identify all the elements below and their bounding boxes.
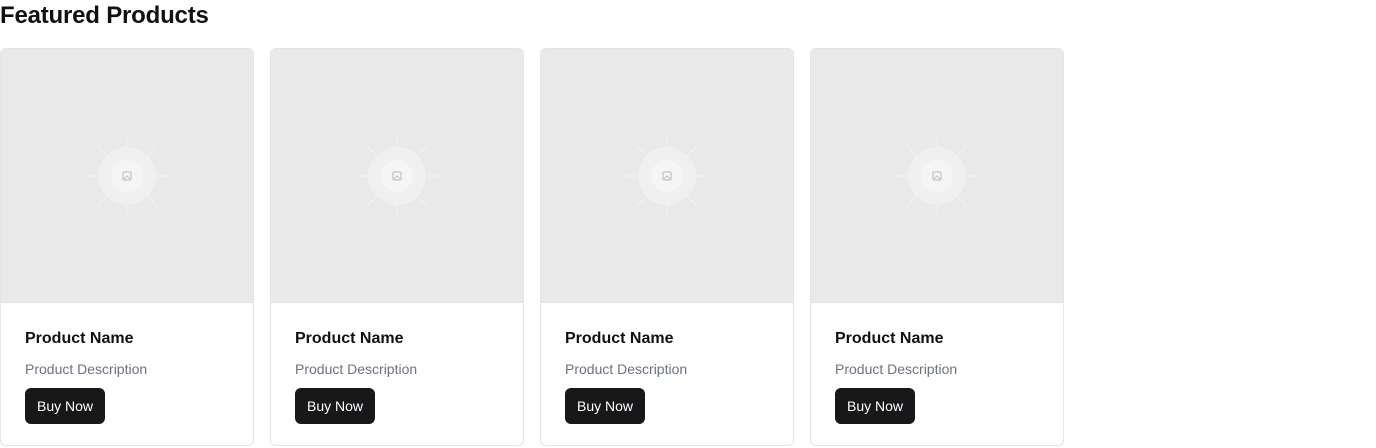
product-name: Product Name xyxy=(25,330,134,347)
product-info: Product Name Product Description Buy Now xyxy=(1,303,253,424)
buy-now-button[interactable]: Buy Now xyxy=(25,388,106,424)
product-card: Product Name Product Description Buy Now xyxy=(270,48,524,446)
product-card: Product Name Product Description Buy Now xyxy=(540,48,794,446)
product-description: Product Description xyxy=(565,361,688,377)
product-image xyxy=(271,49,523,303)
product-card: Product Name Product Description Buy Now xyxy=(810,48,1064,446)
product-card: Product Name Product Description Buy Now xyxy=(0,48,254,446)
section-title: Featured Products xyxy=(0,2,209,29)
product-name: Product Name xyxy=(295,330,404,347)
product-name: Product Name xyxy=(835,330,944,347)
image-placeholder-icon xyxy=(625,133,709,218)
product-grid: Product Name Product Description Buy Now… xyxy=(0,48,1064,446)
product-name: Product Name xyxy=(565,330,674,347)
product-description: Product Description xyxy=(25,361,148,377)
product-info: Product Name Product Description Buy Now xyxy=(271,303,523,424)
image-placeholder-icon xyxy=(85,133,169,218)
product-description: Product Description xyxy=(295,361,418,377)
product-image xyxy=(811,49,1063,303)
buy-now-button[interactable]: Buy Now xyxy=(565,388,646,424)
product-image xyxy=(1,49,253,303)
product-info: Product Name Product Description Buy Now xyxy=(811,303,1063,424)
image-placeholder-icon xyxy=(895,133,979,218)
buy-now-button[interactable]: Buy Now xyxy=(295,388,376,424)
product-description: Product Description xyxy=(835,361,958,377)
product-info: Product Name Product Description Buy Now xyxy=(541,303,793,424)
image-placeholder-icon xyxy=(355,133,439,218)
buy-now-button[interactable]: Buy Now xyxy=(835,388,916,424)
product-image xyxy=(541,49,793,303)
